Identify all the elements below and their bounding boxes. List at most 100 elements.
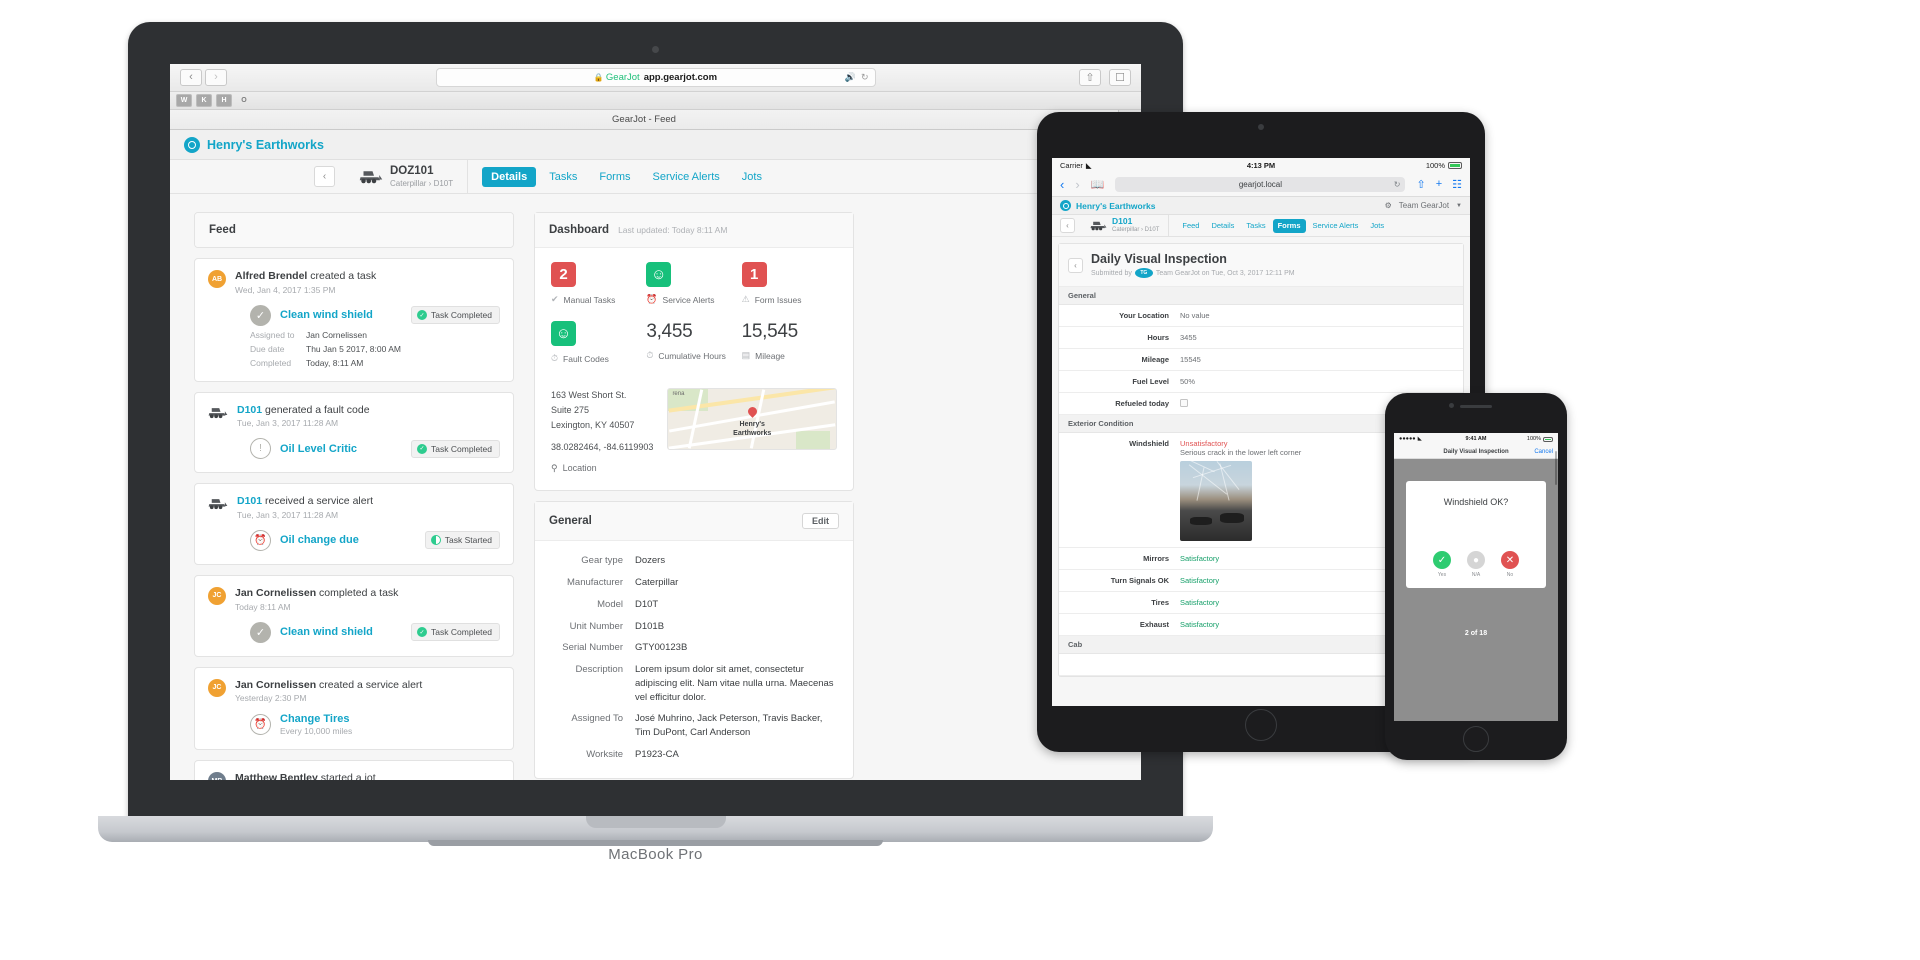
- form-key: Mileage: [1141, 355, 1169, 364]
- address: 163 West Short St. Suite 275 Lexington, …: [551, 388, 653, 476]
- feed-item[interactable]: JC Jan Cornelissen completed a task Toda…: [194, 574, 514, 657]
- form-back-button[interactable]: ‹: [1068, 257, 1083, 273]
- feed-actor[interactable]: D101: [237, 404, 262, 416]
- form-key: Tires: [1151, 598, 1169, 607]
- form-value: 15545: [1180, 355, 1201, 364]
- team-label[interactable]: Team GearJot: [1399, 201, 1449, 210]
- map-label-line1: Henry's: [739, 421, 765, 428]
- avatar: TG: [1134, 268, 1153, 278]
- detail-key: Manufacturer: [567, 576, 623, 588]
- dozer-icon: [1090, 221, 1107, 231]
- bookmark-item[interactable]: W: [176, 94, 192, 107]
- unit-sub: Caterpillar › D10T: [1112, 226, 1160, 233]
- dashboard-tiles: 2 ✔ Manual Tasks ☺ ⏰ Service Alerts 1 ⚠ …: [535, 248, 853, 388]
- form-key: Exhaust: [1139, 620, 1169, 629]
- tab-tasks[interactable]: Tasks: [1241, 219, 1270, 233]
- app-header: Henry's Earthworks ⚙ 🔔 JC ▼: [170, 130, 1141, 160]
- answer-na[interactable]: ● N/A: [1467, 551, 1485, 578]
- tab-jots[interactable]: Jots: [1365, 219, 1389, 233]
- book-icon[interactable]: 📖: [1091, 178, 1105, 191]
- tabs-icon[interactable]: ☷: [1452, 178, 1462, 191]
- feed-link[interactable]: Clean wind shield: [280, 309, 373, 321]
- browser-tab-gearjot-feed[interactable]: GearJot - Feed: [170, 110, 1119, 129]
- unit-back-button[interactable]: ‹: [314, 166, 335, 187]
- feed-item[interactable]: AB Alfred Brendel created a task Wed, Ja…: [194, 258, 514, 382]
- cancel-button[interactable]: Cancel: [1534, 449, 1553, 455]
- feed-actor[interactable]: D101: [237, 495, 262, 507]
- form-key: Refueled today: [1115, 399, 1169, 408]
- feed-item[interactable]: MB Matthew Bentley started a jot Thu, Ja…: [194, 760, 514, 780]
- tile-fault-codes[interactable]: ☺ ⏱ Fault Codes: [551, 321, 646, 364]
- form-value: Satisfactory: [1180, 620, 1220, 629]
- unit-chip[interactable]: D101 Caterpillar › D10T: [1081, 214, 1170, 237]
- bookmark-item[interactable]: H: [216, 94, 232, 107]
- tile-cumulative-hours[interactable]: 3,455 ⏱ Cumulative Hours: [646, 321, 741, 364]
- tile-form-issues[interactable]: 1 ⚠ Form Issues: [741, 262, 837, 305]
- browser-address-bar[interactable]: gearjot.local ↻: [1115, 177, 1406, 192]
- feed-detail-row: Completed Today, 8:11 AM: [250, 358, 500, 368]
- feed-link[interactable]: Change Tires: [280, 713, 352, 725]
- check-circle-icon: ✔: [551, 294, 559, 304]
- ipad-home-button[interactable]: [1245, 709, 1277, 741]
- feed-item-title: D101 received a service alert: [237, 495, 373, 509]
- iphone-home-button[interactable]: [1463, 726, 1489, 752]
- detail-key: Assigned to: [250, 329, 295, 340]
- detail-value: Thu Jan 5 2017, 8:00 AM: [306, 343, 401, 354]
- device-label: MacBook Pro: [608, 846, 703, 863]
- reload-icon[interactable]: ↻: [861, 72, 869, 83]
- org-name[interactable]: Henry's Earthworks: [207, 138, 324, 152]
- detail-key: Assigned To: [571, 713, 623, 725]
- tile-service-alerts[interactable]: ☺ ⏰ Service Alerts: [646, 262, 741, 305]
- org-name[interactable]: Henry's Earthworks: [1076, 201, 1156, 211]
- reload-icon[interactable]: ↻: [1394, 180, 1401, 189]
- tab-details[interactable]: Details: [482, 166, 537, 187]
- chevron-down-icon[interactable]: ▼: [1456, 203, 1462, 209]
- answer-no[interactable]: ✕ No: [1501, 551, 1519, 578]
- tile-mileage[interactable]: 15,545 ▤ Mileage: [742, 321, 837, 364]
- tab-service-alerts[interactable]: Service Alerts: [644, 167, 729, 187]
- iphone-navbar: Daily Visual Inspection Cancel: [1394, 445, 1558, 459]
- windshield-crack-photo[interactable]: [1180, 461, 1252, 541]
- unit-chip[interactable]: DOZ101 Caterpillar › D10T: [345, 159, 469, 194]
- audio-icon[interactable]: 🔊: [845, 72, 856, 83]
- feed-item[interactable]: D101 generated a fault code Tue, Jan 3, …: [194, 391, 514, 474]
- bookmark-item[interactable]: K: [196, 94, 212, 107]
- feed-item[interactable]: JC Jan Cornelissen created a service ale…: [194, 666, 514, 751]
- tile-manual-tasks[interactable]: 2 ✔ Manual Tasks: [551, 262, 646, 305]
- gear-icon[interactable]: ⚙: [1385, 201, 1392, 210]
- tab-tasks[interactable]: Tasks: [540, 167, 586, 187]
- browser-forward-button[interactable]: ›: [1075, 177, 1079, 192]
- answer-yes[interactable]: ✓ Yes: [1433, 551, 1451, 578]
- browser-address-bar[interactable]: 🔒 GearJot app.gearjot.com 🔊 ↻: [435, 68, 876, 87]
- location-label: Location: [562, 463, 597, 474]
- feed-link[interactable]: Oil Level Critic: [280, 443, 357, 455]
- plus-icon[interactable]: +: [1436, 178, 1442, 191]
- tab-forms[interactable]: Forms: [1272, 218, 1306, 233]
- refueled-checkbox[interactable]: [1180, 399, 1188, 407]
- iphone-question-wrap: Windshield OK? ✓ Yes ● N/A ✕ No 2 of 18: [1394, 459, 1558, 637]
- feed-link[interactable]: Clean wind shield: [280, 626, 373, 638]
- form-value: Unsatisfactory: [1180, 439, 1228, 448]
- tab-feed[interactable]: Feed: [1177, 219, 1204, 233]
- share-icon[interactable]: ⇧: [1416, 178, 1425, 191]
- unit-back-button[interactable]: ‹: [1060, 218, 1075, 233]
- tab-jots[interactable]: Jots: [733, 167, 771, 187]
- feed-column: Feed AB Alfred Brendel created a task We…: [194, 212, 514, 780]
- bookmark-item[interactable]: O: [236, 94, 252, 107]
- edit-button[interactable]: Edit: [802, 513, 839, 530]
- feed-action: created a task: [310, 270, 377, 282]
- submitted-prefix: Submitted by: [1091, 269, 1132, 277]
- feed-item[interactable]: D101 received a service alert Tue, Jan 3…: [194, 483, 514, 565]
- feed-link[interactable]: Oil change due: [280, 534, 359, 546]
- location-map[interactable]: rena Henry's Earthworks: [667, 388, 837, 450]
- scrollbar[interactable]: [1555, 451, 1557, 485]
- tab-service-alerts[interactable]: Service Alerts: [1308, 219, 1364, 233]
- tab-forms[interactable]: Forms: [590, 167, 639, 187]
- detail-key: Worksite: [586, 748, 623, 760]
- tab-details[interactable]: Details: [1206, 219, 1239, 233]
- detail-value: GTY00123B: [635, 642, 688, 654]
- ipad-app-header: Henry's Earthworks ⚙ Team GearJot ▼: [1052, 197, 1470, 215]
- battery-icon: [1543, 436, 1553, 442]
- feed-date: Tue, Jan 3, 2017 11:28 AM: [237, 509, 339, 520]
- browser-back-button[interactable]: ‹: [1060, 177, 1064, 192]
